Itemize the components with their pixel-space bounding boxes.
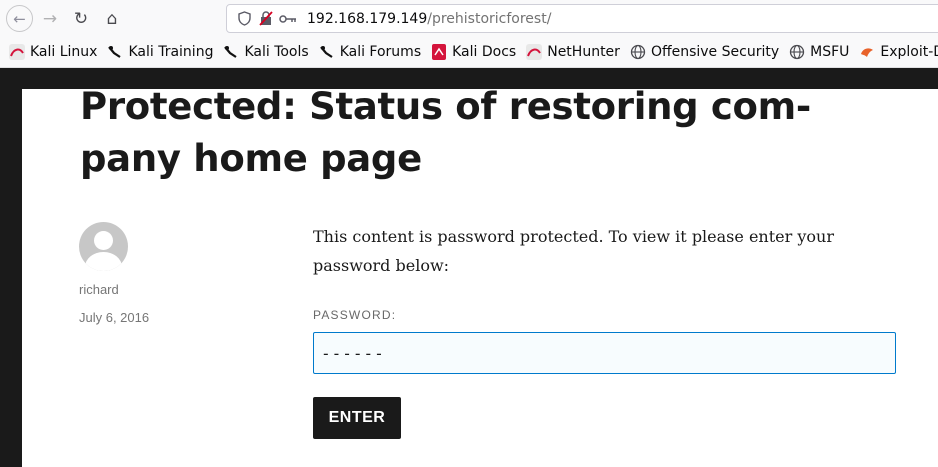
home-icon[interactable]: ⌂ xyxy=(98,5,126,33)
kali-dragon-icon xyxy=(223,44,239,60)
browser-toolbar: ← → ↻ ⌂ 192.168.179.149/prehistoricfores… xyxy=(0,0,938,37)
enter-button[interactable]: ENTER xyxy=(313,397,401,439)
insecure-lock-icon[interactable] xyxy=(257,10,275,28)
url-host: 192.168.179.149 xyxy=(307,10,428,27)
bookmark-nethunter[interactable]: NetHunter xyxy=(526,44,620,60)
bookmark-kali-linux[interactable]: Kali Linux xyxy=(9,44,97,60)
avatar[interactable] xyxy=(79,222,128,271)
bookmark-label: Kali Training xyxy=(128,44,214,60)
bookmark-label: Offensive Security xyxy=(650,44,780,60)
bookmark-label: MSFU xyxy=(810,44,850,60)
bookmark-label: Kali Docs xyxy=(452,44,517,60)
bookmark-label: Kali Linux xyxy=(30,44,98,60)
post-author[interactable]: richard xyxy=(79,282,119,297)
exploitdb-icon xyxy=(859,44,875,60)
kali-icon xyxy=(9,44,25,60)
page-content: Protected: Status of restoring com-pany … xyxy=(22,85,938,467)
avatar-head xyxy=(94,231,113,250)
bookmark-label: Kali Forums xyxy=(339,44,422,60)
bookmarks-bar: Kali Linux Kali Training Kali Tools Kali… xyxy=(0,37,938,68)
post-date[interactable]: July 6, 2016 xyxy=(79,310,149,325)
kali-docs-icon xyxy=(431,44,447,60)
bookmark-label: Kali Tools xyxy=(244,44,309,60)
url-path: /prehistoricforest/ xyxy=(427,10,552,27)
bookmark-offensive-security[interactable]: Offensive Security xyxy=(630,44,779,60)
globe-icon xyxy=(789,44,805,60)
avatar-body xyxy=(85,252,122,271)
reload-icon[interactable]: ↻ xyxy=(67,5,95,33)
forward-arrow-icon[interactable]: → xyxy=(36,5,64,33)
kali-dragon-icon xyxy=(107,44,123,60)
globe-icon xyxy=(630,44,646,60)
key-icon[interactable] xyxy=(279,10,297,28)
bookmark-label: NetHunter xyxy=(547,44,620,60)
kali-icon xyxy=(526,44,543,60)
bookmark-kali-forums[interactable]: Kali Forums xyxy=(319,44,421,60)
url-bar[interactable]: 192.168.179.149/prehistoricforest/ xyxy=(226,4,938,33)
bookmark-kali-tools[interactable]: Kali Tools xyxy=(223,44,309,60)
bookmark-kali-docs[interactable]: Kali Docs xyxy=(431,44,516,60)
shield-icon[interactable] xyxy=(235,10,253,28)
password-input[interactable] xyxy=(313,332,896,374)
url-text[interactable]: 192.168.179.149/prehistoricforest/ xyxy=(307,11,551,27)
password-label: PASSWORD: xyxy=(313,308,397,322)
back-arrow-icon[interactable]: ← xyxy=(6,5,33,32)
bookmark-exploit-db[interactable]: Exploit-DB xyxy=(859,44,938,60)
protected-message: This content is password protected. To v… xyxy=(313,227,834,275)
bookmark-kali-training[interactable]: Kali Training xyxy=(107,44,213,60)
bookmark-label: Exploit-DB xyxy=(880,44,938,60)
post-title: Protected: Status of restoring com-pany … xyxy=(80,85,811,180)
kali-dragon-icon xyxy=(319,44,335,60)
bookmark-msfu[interactable]: MSFU xyxy=(789,44,849,60)
